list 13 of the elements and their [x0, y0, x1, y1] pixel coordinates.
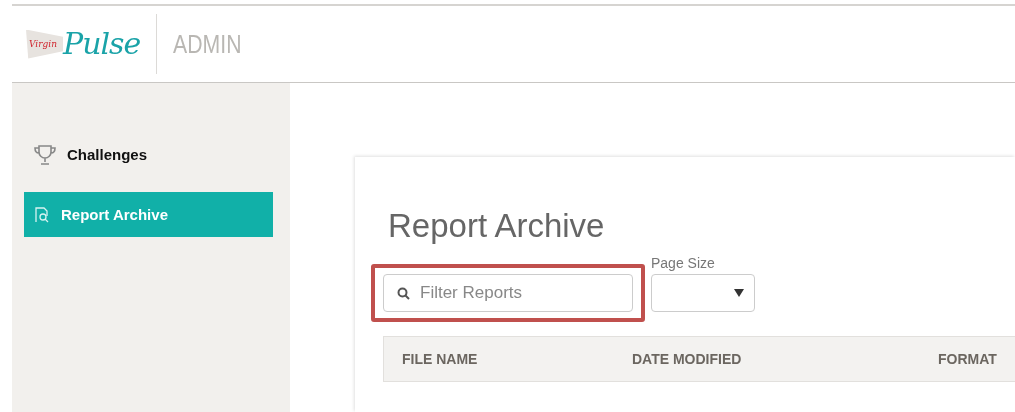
- column-header: FILE NAME: [402, 351, 479, 367]
- section-title: ADMIN: [173, 29, 242, 59]
- column-header: FORMAT: [938, 351, 998, 367]
- page-size-label: Page Size: [651, 255, 716, 271]
- page-title: Report Archive: [388, 207, 606, 245]
- sidebar-item[interactable]: Challenges: [24, 132, 273, 177]
- report-search-icon: [33, 205, 51, 224]
- page-size-select[interactable]: [651, 274, 755, 312]
- search-icon: [397, 287, 410, 300]
- filter-field[interactable]: Filter Reports: [383, 274, 633, 312]
- trophy-icon: [33, 143, 57, 166]
- column-header: DATE MODIFIED: [632, 351, 743, 367]
- dropdown-arrow-icon: [734, 289, 744, 297]
